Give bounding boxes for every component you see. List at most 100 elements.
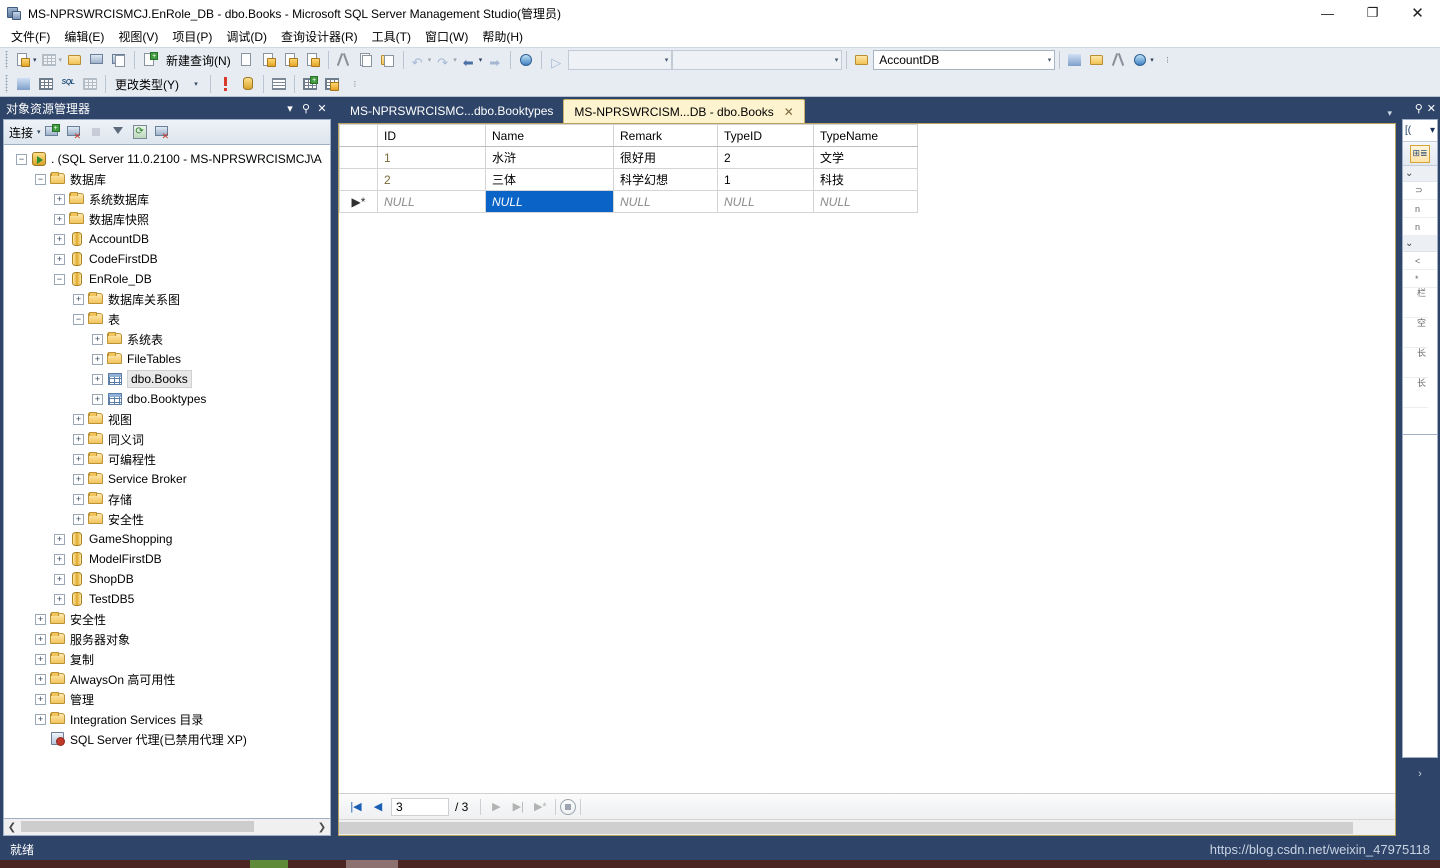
pin-icon[interactable]: ⚲ (298, 102, 314, 115)
grid-cell[interactable]: 科技 (813, 168, 918, 191)
execute-sql-button[interactable] (237, 73, 259, 95)
tree-node[interactable]: + dbo.Booktypes (4, 389, 330, 409)
change-type-caret[interactable]: ▾ (184, 73, 206, 95)
tree-node[interactable]: + 管理 (4, 689, 330, 709)
scrollbar-thumb[interactable] (21, 821, 254, 832)
collapse-icon[interactable]: − (35, 173, 46, 185)
grid-cell[interactable]: NULL (813, 190, 918, 213)
menu-help[interactable]: 帮助(H) (475, 26, 530, 47)
tab-booktypes[interactable]: MS-NPRSWRCISMC...dbo.Booktypes (340, 99, 563, 123)
collapse-icon[interactable]: − (16, 153, 27, 165)
expand-icon[interactable]: + (73, 473, 84, 485)
tree-node[interactable]: + dbo.Books (4, 369, 330, 389)
show-diagram-pane-button[interactable] (515, 49, 537, 71)
tree-node[interactable]: + 系统数据库 (4, 189, 330, 209)
filter-button[interactable] (107, 121, 129, 143)
properties-row[interactable]: n (1403, 218, 1437, 236)
grid-cell[interactable]: 科学幻想 (613, 168, 718, 191)
current-row-input[interactable]: 3 (391, 797, 449, 816)
properties-row[interactable]: < (1403, 252, 1437, 270)
properties-grid[interactable]: ⌄ ⊃ n n ⌄ < * 栏 空 长 长 (1403, 166, 1437, 434)
properties-row[interactable]: 长 (1403, 348, 1428, 378)
group-by-button[interactable] (268, 73, 290, 95)
row-header[interactable] (339, 168, 378, 191)
expand-icon[interactable]: + (73, 453, 84, 465)
expand-icon[interactable]: + (35, 673, 46, 685)
database-combo[interactable]: AccountDB ▾ (873, 50, 1056, 70)
close-icon[interactable]: ✕ (1427, 102, 1436, 115)
object-explorer-hscrollbar[interactable]: ❮ ❯ (3, 819, 331, 836)
tree-node[interactable]: + FileTables (4, 349, 330, 369)
toolbar-overflow-button-2[interactable]: ⋮ (343, 73, 365, 95)
scroll-right-icon[interactable]: ❯ (314, 822, 330, 833)
connect-button[interactable]: 连接 (9, 124, 33, 141)
new-de-query-button[interactable] (236, 49, 258, 71)
tree-node[interactable]: + 存储 (4, 489, 330, 509)
new-project-button[interactable]: ▾ (13, 49, 39, 71)
menu-query-designer[interactable]: 查询设计器(R) (274, 26, 365, 47)
properties-row[interactable]: * (1403, 270, 1437, 288)
tree-node[interactable]: + 系统表 (4, 329, 330, 349)
tree-node[interactable]: − EnRole_DB (4, 269, 330, 289)
expand-icon[interactable]: + (35, 633, 46, 645)
menu-debug[interactable]: 调试(D) (219, 26, 274, 47)
expand-icon[interactable]: + (35, 693, 46, 705)
column-header-id[interactable]: ID (377, 124, 486, 147)
data-grid-wrapper[interactable]: ID Name Remark TypeID TypeName 1 水浒 很好用 2 文学… (339, 124, 1395, 793)
show-diagram-button[interactable] (13, 73, 35, 95)
close-button[interactable]: ✕ (1395, 0, 1440, 26)
add-new-derived-table-button[interactable] (321, 73, 343, 95)
tree-node[interactable]: + AccountDB (4, 229, 330, 249)
grid-cell[interactable]: 2 (377, 168, 486, 191)
document-hscrollbar[interactable] (339, 819, 1395, 835)
tree-node[interactable]: + Service Broker (4, 469, 330, 489)
synchronize-button[interactable]: ✕ (151, 121, 173, 143)
scrollbar-thumb[interactable] (339, 822, 1353, 834)
tree-node[interactable]: + 安全性 (4, 509, 330, 529)
paste-button[interactable] (377, 49, 399, 71)
connect-object-explorer-button[interactable]: + (41, 121, 63, 143)
tree-node[interactable]: − 表 (4, 309, 330, 329)
menu-tools[interactable]: 工具(T) (365, 26, 418, 47)
collapse-icon[interactable]: − (54, 273, 65, 285)
properties-object-combo[interactable]: [( ▾ (1403, 120, 1437, 142)
server-combo[interactable]: ▾ (672, 50, 843, 70)
copy-button[interactable] (355, 49, 377, 71)
redo-button[interactable]: ↷ ▾ (433, 49, 459, 71)
verify-sql-button[interactable] (215, 73, 237, 95)
properties-row[interactable]: 空 (1403, 318, 1428, 348)
tree-node[interactable]: + 同义词 (4, 429, 330, 449)
open-file-button[interactable] (64, 49, 86, 71)
tab-close-icon[interactable]: ✕ (784, 105, 794, 119)
expand-icon[interactable]: + (54, 193, 65, 205)
categorized-view-icon[interactable]: ⊞≣ (1410, 144, 1430, 163)
tree-node[interactable]: + 视图 (4, 409, 330, 429)
last-row-button[interactable]: ▶| (507, 797, 529, 817)
expand-icon[interactable]: + (54, 573, 65, 585)
tree-node[interactable]: SQL Server 代理(已禁用代理 XP) (4, 729, 330, 749)
expand-icon[interactable]: + (54, 593, 65, 605)
data-grid[interactable]: ID Name Remark TypeID TypeName 1 水浒 很好用 2 文学… (339, 124, 918, 213)
display-estimated-plan-button[interactable] (1086, 49, 1108, 71)
expand-icon[interactable]: + (92, 353, 103, 365)
grid-cell[interactable]: 三体 (485, 168, 614, 191)
tree-node[interactable]: + 服务器对象 (4, 629, 330, 649)
tree-node[interactable]: + 可编程性 (4, 449, 330, 469)
expand-icon[interactable]: + (73, 293, 84, 305)
column-header-name[interactable]: Name (485, 124, 614, 147)
first-row-button[interactable]: |◀ (345, 797, 367, 817)
undo-button[interactable]: ↶ ▾ (408, 49, 434, 71)
database-icon-button[interactable] (851, 49, 873, 71)
properties-row[interactable]: 长 (1403, 378, 1428, 408)
availability-combo[interactable]: ▾ (568, 50, 673, 70)
grid-cell[interactable]: 文学 (813, 146, 918, 169)
new-query-button[interactable]: 新建查询(N) (161, 49, 236, 71)
expand-icon[interactable]: + (54, 233, 65, 245)
expand-icon[interactable]: + (73, 413, 84, 425)
next-row-button[interactable]: ▶ (485, 797, 507, 817)
expand-icon[interactable]: + (92, 373, 103, 385)
grid-cell[interactable]: NULL (717, 190, 814, 213)
execute-button[interactable]: ▷ (546, 49, 568, 71)
close-icon[interactable]: ✕ (314, 102, 330, 115)
toolbar-overflow-button[interactable]: ⋮ (1156, 49, 1178, 71)
